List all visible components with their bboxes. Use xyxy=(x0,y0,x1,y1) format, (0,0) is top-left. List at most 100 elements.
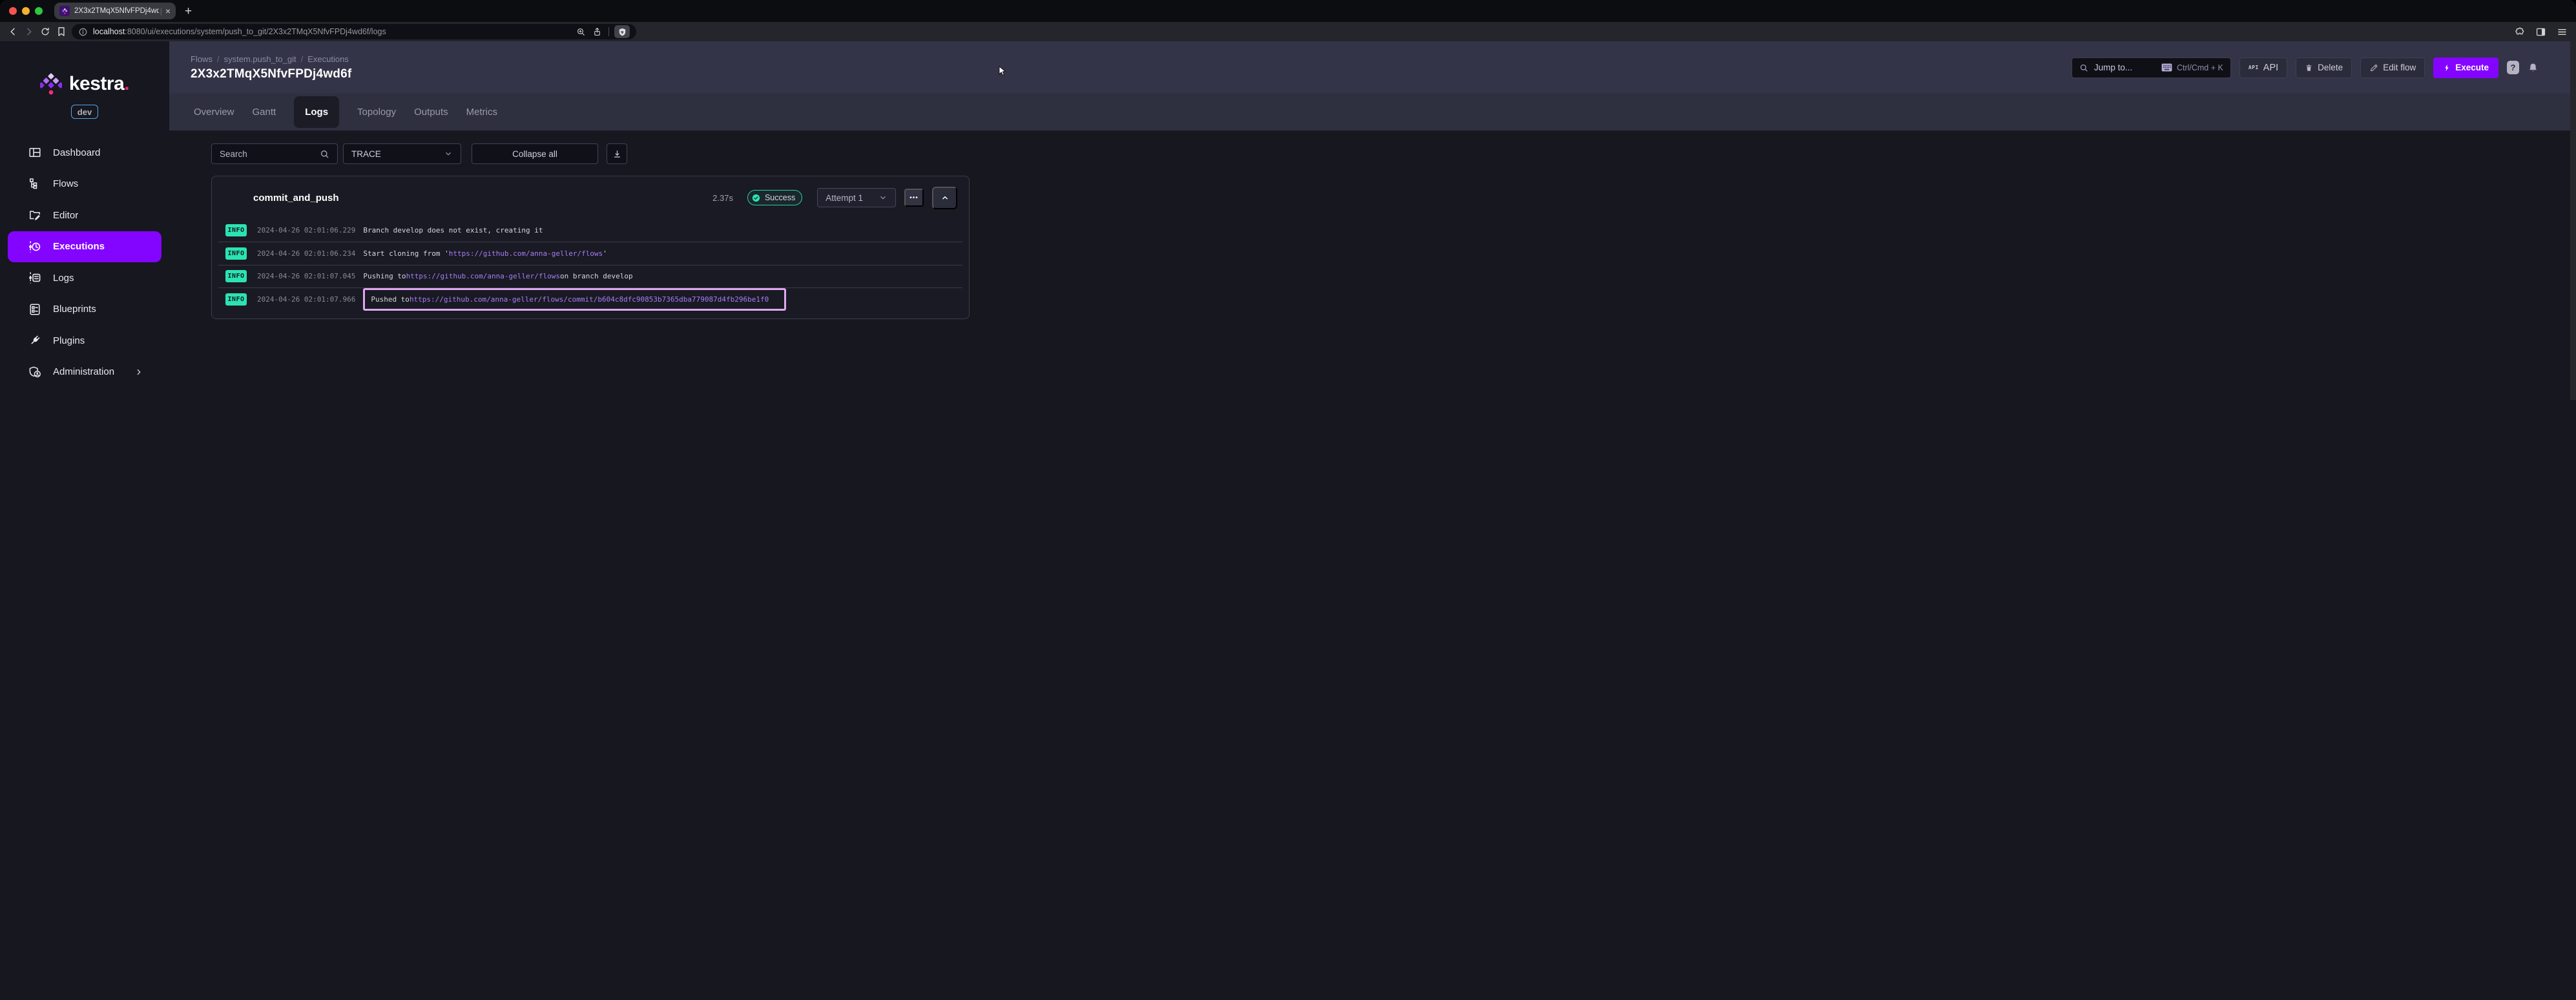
log-level-badge: INFO xyxy=(225,270,247,283)
task-card-header: commit_and_push 2.37s Success Attempt 1 xyxy=(212,176,969,219)
collapse-all-button[interactable]: Collapse all xyxy=(472,143,598,164)
browser-controls xyxy=(2513,25,2568,38)
shortcut-hint: Ctrl/Cmd + K xyxy=(2161,63,2223,72)
log-timestamp: 2024-04-26 02:01:07.045 xyxy=(257,272,356,281)
kestra-logo[interactable]: kestra. xyxy=(39,71,130,97)
jump-to-search[interactable]: Jump to... Ctrl/Cmd + K xyxy=(2071,57,2231,78)
log-message: Pushing to https://github.com/anna-gelle… xyxy=(363,272,633,281)
browser-toolbar: localhost :8080/ui/executions/system/pus… xyxy=(0,22,2576,41)
log-link[interactable]: https://github.com/anna-geller/flows xyxy=(449,249,603,258)
sidebar-item-editor[interactable]: Editor xyxy=(8,200,161,231)
tab-metrics[interactable]: Metrics xyxy=(466,107,497,118)
tab-outputs[interactable]: Outputs xyxy=(414,107,448,118)
site-info-icon[interactable] xyxy=(78,27,88,37)
keyboard-icon xyxy=(2161,63,2172,72)
log-link[interactable]: https://github.com/anna-geller/flows xyxy=(406,272,560,280)
log-row: INFO 2024-04-26 02:01:06.229 Branch deve… xyxy=(218,219,962,242)
log-filters: TRACE Collapse all xyxy=(211,143,2576,164)
url-bar[interactable]: localhost :8080/ui/executions/system/pus… xyxy=(72,24,636,39)
status-badge: Success xyxy=(747,190,803,205)
administration-shield-icon xyxy=(28,366,41,379)
window-controls xyxy=(0,7,49,15)
attempt-select[interactable]: Attempt 1 xyxy=(817,188,896,207)
task-duration: 2.37s xyxy=(712,193,733,203)
shield-extension-icon[interactable] xyxy=(614,25,630,38)
logs-timeline-text-icon xyxy=(28,271,41,284)
log-rows: INFO 2024-04-26 02:01:06.229 Branch deve… xyxy=(218,219,962,311)
chevron-right-icon xyxy=(134,368,143,377)
close-window-button[interactable] xyxy=(9,7,17,15)
back-icon[interactable] xyxy=(6,25,19,38)
lightning-icon xyxy=(2443,63,2451,72)
trash-icon xyxy=(2305,63,2313,72)
log-level-badge: INFO xyxy=(225,224,247,237)
sidebar-item-logs[interactable]: Logs xyxy=(8,262,161,294)
api-icon: API xyxy=(2248,65,2259,70)
check-circle-icon xyxy=(752,194,760,202)
tab-topology[interactable]: Topology xyxy=(357,107,396,118)
minimize-window-button[interactable] xyxy=(22,7,30,15)
log-level-badge: INFO xyxy=(225,293,247,306)
extensions-puzzle-icon[interactable] xyxy=(2513,25,2526,38)
log-timestamp: 2024-04-26 02:01:06.234 xyxy=(257,249,356,258)
tab-close-icon[interactable]: × xyxy=(165,6,171,16)
breadcrumb-flows[interactable]: Flows xyxy=(191,54,213,64)
execute-button[interactable]: Execute xyxy=(2433,57,2498,78)
log-link[interactable]: https://github.com/anna-geller/flows/com… xyxy=(410,295,769,304)
sidebar-panel-icon[interactable] xyxy=(2534,25,2547,38)
api-button[interactable]: API API xyxy=(2239,57,2288,78)
tab-divider: | xyxy=(160,6,162,16)
edit-flow-button[interactable]: Edit flow xyxy=(2360,57,2425,78)
header-actions: Jump to... Ctrl/Cmd + K API API Delete E… xyxy=(2071,57,2539,78)
search-icon xyxy=(2079,63,2088,72)
sidebar-item-blueprints[interactable]: Blueprints xyxy=(8,294,161,326)
task-menu-button[interactable]: ••• xyxy=(904,189,924,207)
sidebar-item-dashboard[interactable]: Dashboard xyxy=(8,137,161,169)
log-level-select[interactable]: TRACE xyxy=(343,143,461,164)
breadcrumb-executions[interactable]: Executions xyxy=(307,54,349,64)
log-row: INFO 2024-04-26 02:01:06.234 Start cloni… xyxy=(218,242,962,264)
help-icon[interactable]: ? xyxy=(2507,61,2519,74)
tab-logs[interactable]: Logs xyxy=(294,96,340,128)
pencil-icon xyxy=(2369,63,2378,72)
forward-icon[interactable] xyxy=(23,25,36,38)
kestra-logo-icon xyxy=(39,73,62,95)
log-message: Start cloning from ' https://github.com/a… xyxy=(363,249,607,258)
kestra-favicon-icon xyxy=(59,6,70,16)
sidebar-item-administration[interactable]: Administration xyxy=(8,357,161,388)
scrollbar[interactable] xyxy=(2570,41,2576,400)
tab-overview[interactable]: Overview xyxy=(194,107,234,118)
log-row: INFO 2024-04-26 02:01:07.045 Pushing to … xyxy=(218,264,962,287)
new-tab-button[interactable]: + xyxy=(185,5,192,17)
share-icon[interactable] xyxy=(592,27,602,37)
log-row: INFO 2024-04-26 02:01:07.966 Pushed to h… xyxy=(218,287,962,311)
sidebar-item-executions[interactable]: Executions xyxy=(8,231,161,262)
zoom-page-icon[interactable] xyxy=(576,27,586,37)
jump-to-placeholder: Jump to... xyxy=(2093,63,2133,72)
maximize-window-button[interactable] xyxy=(35,7,43,15)
chevron-up-icon xyxy=(942,196,948,200)
sidebar-item-plugins[interactable]: Plugins xyxy=(8,325,161,357)
folder-edit-icon xyxy=(28,209,41,222)
browser-tab[interactable]: 2X3x2TMqX5NfvFPDj4wd6f | × xyxy=(54,3,176,19)
sidebar: kestra. dev Dashboard Flows Editor Execu… xyxy=(0,41,169,400)
task-name: commit_and_push xyxy=(253,192,339,203)
log-message-highlighted: Pushed to https://github.com/anna-geller… xyxy=(363,287,787,311)
collapse-task-button[interactable] xyxy=(932,186,957,209)
main-area: Flows / system.push_to_git / Executions 2X3x… xyxy=(169,41,2576,400)
search-input[interactable] xyxy=(220,149,320,159)
download-logs-button[interactable] xyxy=(607,143,627,164)
delete-button[interactable]: Delete xyxy=(2296,57,2353,78)
flows-icon xyxy=(28,178,41,191)
notifications-bell-icon[interactable] xyxy=(2528,62,2539,74)
search-icon xyxy=(320,149,329,159)
tab-gantt[interactable]: Gantt xyxy=(253,107,276,118)
breadcrumb-flow-id[interactable]: system.push_to_git xyxy=(224,54,296,64)
browser-tab-strip: 2X3x2TMqX5NfvFPDj4wd6f | × + xyxy=(0,0,2576,22)
reload-icon[interactable] xyxy=(39,25,52,38)
bookmark-icon[interactable] xyxy=(55,25,68,38)
page-title: 2X3x2TMqX5NfvFPDj4wd6f xyxy=(191,67,352,81)
menu-icon[interactable] xyxy=(2555,25,2568,38)
sidebar-item-flows[interactable]: Flows xyxy=(8,169,161,200)
log-search-field[interactable] xyxy=(211,143,338,164)
